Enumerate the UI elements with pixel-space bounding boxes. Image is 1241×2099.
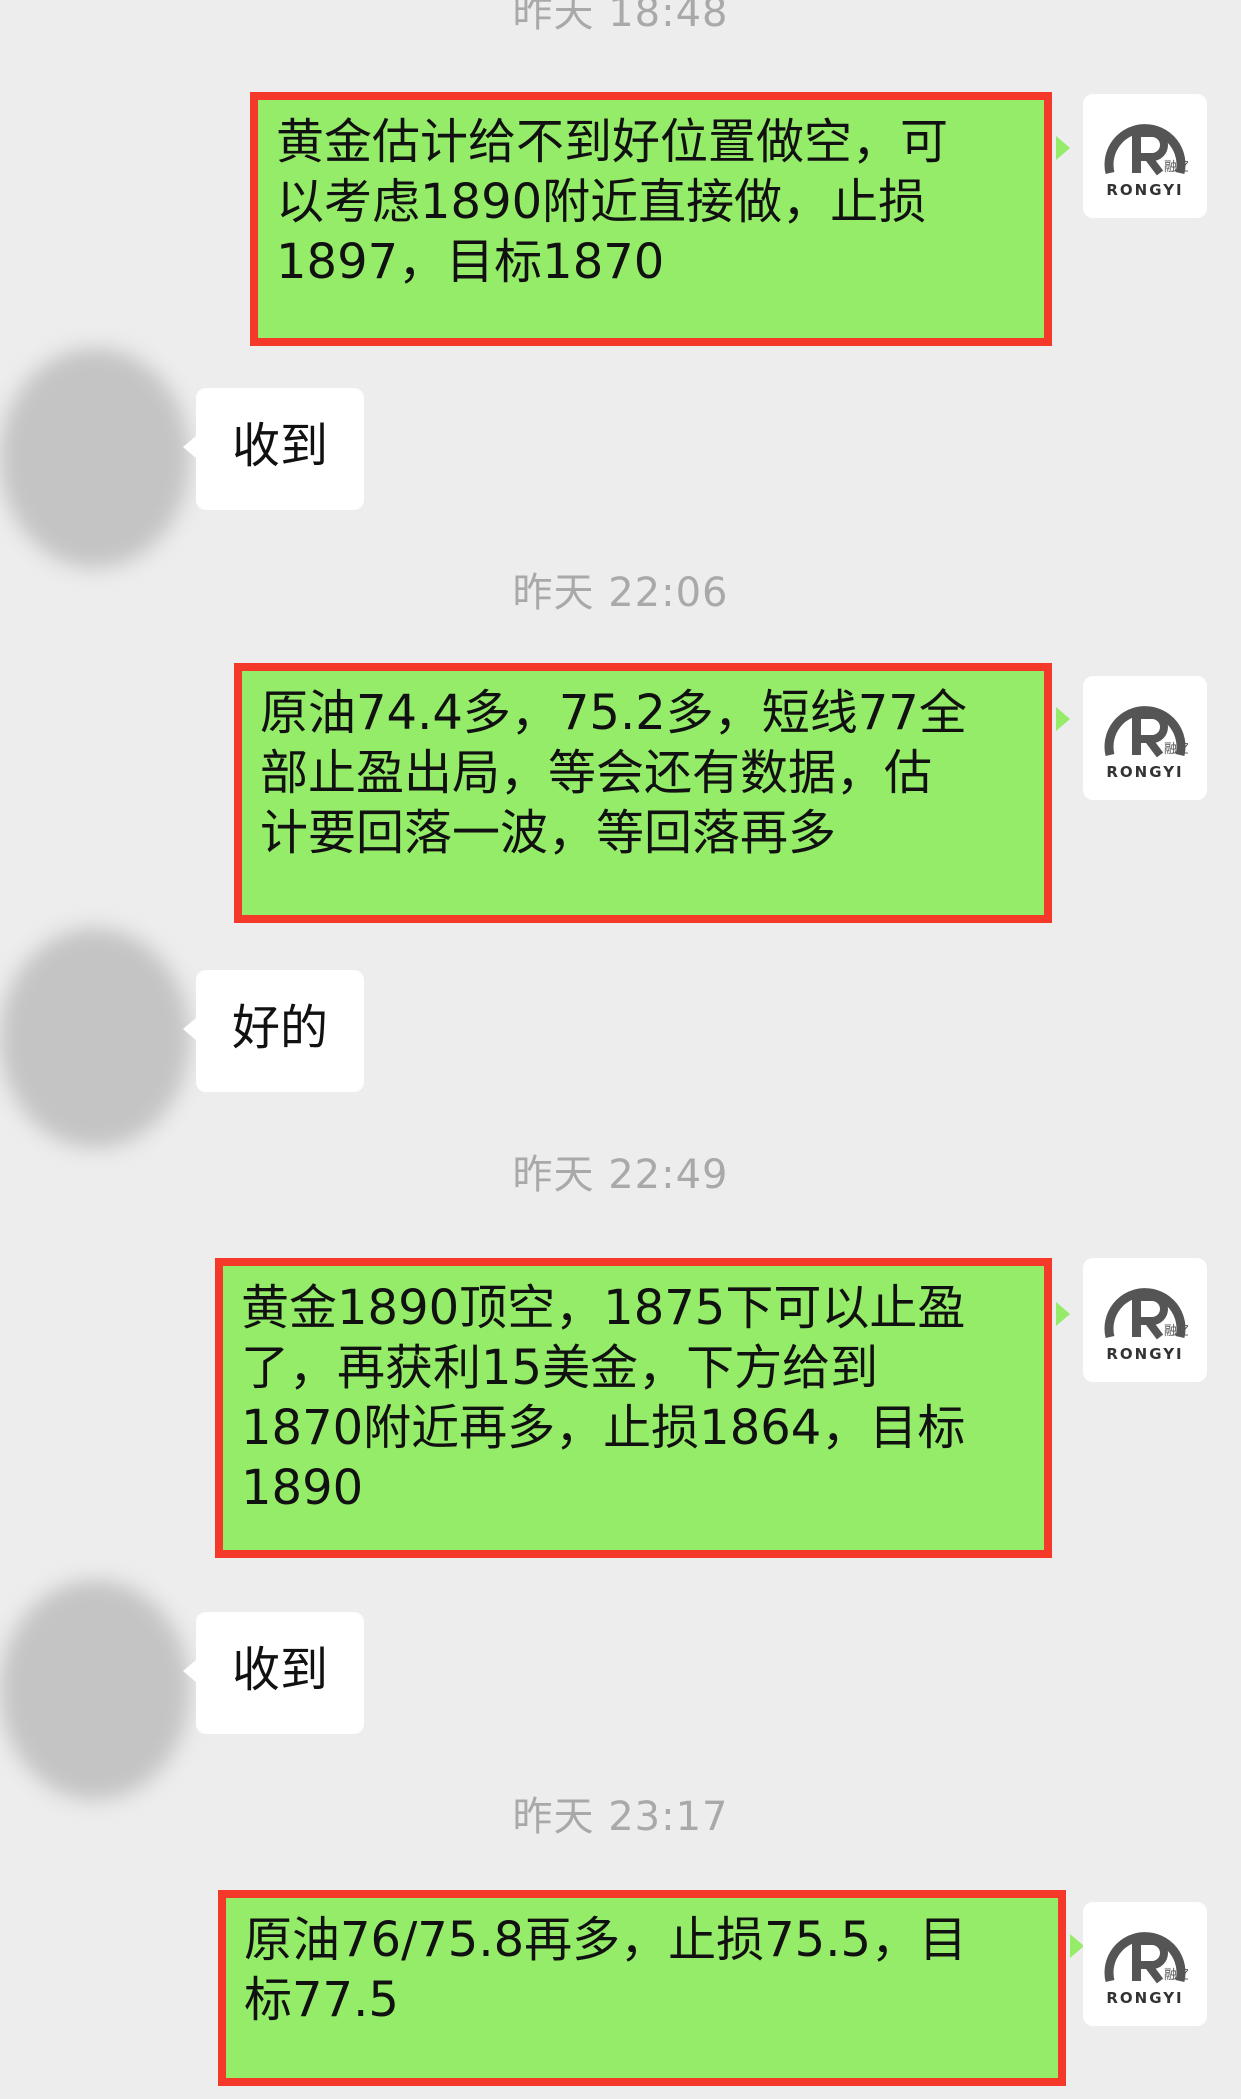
- avatar[interactable]: [0, 348, 190, 568]
- avatar-cn-text: 融亿: [1164, 1324, 1188, 1339]
- timestamp: 昨天 22:06: [512, 570, 729, 616]
- avatar-cn-text: 融亿: [1164, 742, 1188, 757]
- avatar-cn-text: 融亿: [1164, 1968, 1188, 1983]
- avatar[interactable]: 融亿 RONGYI: [1083, 94, 1207, 218]
- bubble-tail: [183, 436, 196, 458]
- avatar[interactable]: 融亿 RONGYI: [1083, 1902, 1207, 2026]
- message-bubble-received[interactable]: 好的: [183, 970, 364, 1092]
- rongyi-logo-icon: 融亿: [1104, 1288, 1188, 1340]
- avatar-brand-text: RONGYI: [1106, 1345, 1184, 1363]
- message-bubble-sent[interactable]: 原油76/75.8再多，止损75.5，目 标77.5: [218, 1890, 1084, 2086]
- message-bubble-received[interactable]: 收到: [183, 1612, 364, 1734]
- avatar[interactable]: 融亿 RONGYI: [1083, 1258, 1207, 1382]
- timestamp: 昨天 18:48: [512, 0, 729, 36]
- bubble-tail: [1070, 1934, 1084, 1958]
- message-text: 黄金1890顶空，1875下可以止盈 了，再获利15美金，下方给到 1870附近…: [241, 1280, 966, 1516]
- message-text: 黄金估计给不到好位置做空，可 以考虑1890附近直接做，止损 1897，目标18…: [276, 114, 949, 290]
- message-bubble-sent[interactable]: 黄金估计给不到好位置做空，可 以考虑1890附近直接做，止损 1897，目标18…: [250, 92, 1070, 346]
- avatar-brand-text: RONGYI: [1106, 763, 1184, 781]
- message-bubble-sent[interactable]: 黄金1890顶空，1875下可以止盈 了，再获利15美金，下方给到 1870附近…: [215, 1258, 1070, 1558]
- message-bubble-received[interactable]: 收到: [183, 388, 364, 510]
- avatar-brand-text: RONGYI: [1106, 1989, 1184, 2007]
- message-text: 原油76/75.8再多，止损75.5，目 标77.5: [244, 1912, 968, 2028]
- bubble-tail: [1056, 1302, 1070, 1326]
- bubble-tail: [1056, 136, 1070, 160]
- avatar[interactable]: 融亿 RONGYI: [1083, 676, 1207, 800]
- avatar[interactable]: [0, 1580, 190, 1800]
- rongyi-logo-icon: 融亿: [1104, 706, 1188, 758]
- avatar-brand-text: RONGYI: [1106, 181, 1184, 199]
- timestamp: 昨天 22:49: [512, 1152, 729, 1198]
- timestamp: 昨天 23:17: [512, 1794, 729, 1840]
- bubble-tail: [183, 1018, 196, 1040]
- bubble-tail: [1056, 707, 1070, 731]
- avatar-cn-text: 融亿: [1164, 160, 1188, 175]
- rongyi-logo-icon: 融亿: [1104, 1932, 1188, 1984]
- message-text: 原油74.4多，75.2多，短线77全 部止盈出局，等会还有数据，估 计要回落一…: [260, 685, 967, 861]
- message-bubble-sent[interactable]: 原油74.4多，75.2多，短线77全 部止盈出局，等会还有数据，估 计要回落一…: [234, 663, 1070, 923]
- rongyi-logo-icon: 融亿: [1104, 124, 1188, 176]
- message-text: 收到: [232, 418, 329, 474]
- message-text: 收到: [232, 1642, 329, 1698]
- bubble-tail: [183, 1660, 196, 1682]
- message-text: 好的: [232, 1000, 329, 1056]
- avatar[interactable]: [0, 928, 190, 1148]
